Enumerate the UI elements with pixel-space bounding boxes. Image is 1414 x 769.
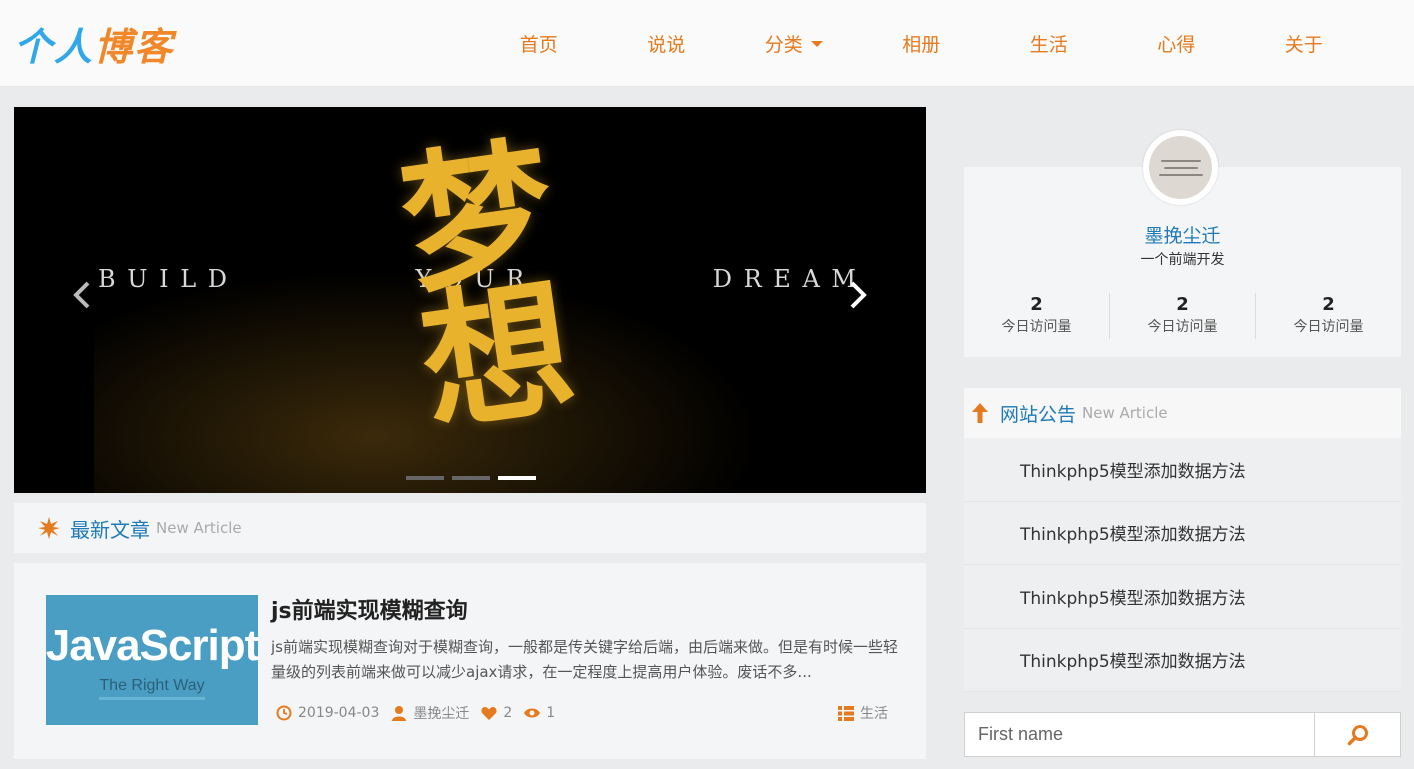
article-excerpt: js前端实现模糊查询对于模糊查询，一般都是传关键字给后端，由后端来做。但是有时候…: [271, 638, 898, 681]
meta-likes-count: 2: [503, 705, 513, 721]
nav-label: 分类: [764, 34, 803, 56]
meta-author[interactable]: 墨挽尘迁: [391, 703, 469, 723]
stat-item: 2 今日访问量: [964, 293, 1110, 339]
nav-item-home[interactable]: 首页: [475, 0, 603, 87]
banner-word: B U I L D: [98, 265, 230, 293]
nav-label: 关于: [1284, 34, 1323, 56]
nav-item-insights[interactable]: 心得: [1113, 0, 1241, 87]
carousel-dot-active[interactable]: [498, 476, 536, 480]
banner-calligraphy: 梦想: [391, 120, 584, 454]
latest-articles-header: 最新文章 New Article: [14, 503, 926, 553]
nav-item-moments[interactable]: 说说: [603, 0, 731, 87]
chevron-right-icon: [850, 281, 867, 309]
article-meta: 2019-04-03 墨挽尘迁 2 1: [276, 703, 567, 723]
site-header: 个 人 博 客 首页 说说 分类 相册 生活 心得 关于: [0, 0, 1414, 87]
stat-number: 2: [1176, 294, 1189, 315]
heart-icon: [481, 706, 497, 720]
meta-date-text: 2019-04-03: [298, 705, 380, 721]
chevron-left-icon: [73, 281, 90, 309]
nav-label: 心得: [1157, 34, 1196, 56]
notice-card: 网站公告 New Article Thinkphp5模型添加数据方法 Think…: [964, 388, 1401, 692]
stat-number: 2: [1322, 294, 1335, 315]
notice-title: 网站公告: [1000, 403, 1077, 426]
meta-views: 1: [524, 705, 555, 721]
thumb-title: JavaScript: [45, 620, 260, 670]
site-logo[interactable]: 个 人 博 客: [14, 18, 175, 69]
meta-likes[interactable]: 2: [481, 705, 512, 721]
avatar-scribble: [1163, 166, 1198, 169]
profile-description: 一个前端开发: [1140, 252, 1225, 268]
avatar-scribble: [1158, 173, 1203, 176]
meta-author-text: 墨挽尘迁: [413, 706, 470, 722]
search-form: [964, 712, 1401, 757]
banner-word: D R E A M: [712, 265, 858, 293]
meta-views-count: 1: [546, 705, 556, 721]
notice-header: 网站公告 New Article: [964, 388, 1401, 438]
profile-name[interactable]: 墨挽尘迁: [964, 221, 1401, 248]
stat-number: 2: [1030, 294, 1043, 315]
arrow-up-icon: [972, 403, 988, 423]
thumb-subtitle: The Right Way: [99, 677, 205, 700]
nav-item-about[interactable]: 关于: [1240, 0, 1368, 87]
logo-char: 个: [14, 23, 55, 69]
starburst-icon: [38, 517, 60, 539]
search-input[interactable]: [964, 712, 1314, 757]
notice-item[interactable]: Thinkphp5模型添加数据方法: [964, 502, 1401, 565]
section-title: 最新文章: [70, 517, 150, 542]
section-subtitle: New Article: [156, 519, 242, 537]
nav-label: 首页: [519, 34, 558, 56]
carousel-dot[interactable]: [406, 476, 444, 480]
main-nav: 首页 说说 分类 相册 生活 心得 关于: [475, 0, 1368, 87]
stat-label: 今日访问量: [1001, 319, 1072, 335]
eye-icon: [524, 708, 541, 718]
notice-item[interactable]: Thinkphp5模型添加数据方法: [964, 438, 1401, 502]
notice-list: Thinkphp5模型添加数据方法 Thinkphp5模型添加数据方法 Thin…: [964, 438, 1401, 692]
nav-label: 说说: [647, 34, 686, 56]
nav-item-categories[interactable]: 分类: [730, 0, 858, 87]
meta-category[interactable]: 生活: [838, 703, 888, 723]
list-icon: [838, 705, 854, 721]
clock-icon: [276, 705, 292, 721]
nav-item-album[interactable]: 相册: [858, 0, 986, 87]
nav-label: 生活: [1029, 34, 1068, 56]
stat-label: 今日访问量: [1147, 319, 1218, 335]
logo-char: 客: [134, 23, 175, 69]
stat-item: 2 今日访问量: [1110, 293, 1256, 339]
avatar-scribble: [1160, 159, 1201, 162]
carousel-next-button[interactable]: [840, 277, 876, 313]
user-icon: [392, 706, 407, 721]
avatar[interactable]: [1143, 130, 1218, 205]
notice-item[interactable]: Thinkphp5模型添加数据方法: [964, 565, 1401, 629]
profile-stats: 2 今日访问量 2 今日访问量 2 今日访问量: [964, 293, 1401, 339]
stat-item: 2 今日访问量: [1256, 293, 1401, 339]
carousel-dot[interactable]: [452, 476, 490, 480]
article-thumbnail[interactable]: JavaScript The Right Way: [45, 595, 260, 725]
notice-item[interactable]: Thinkphp5模型添加数据方法: [964, 629, 1401, 692]
carousel-prev-button[interactable]: [64, 277, 100, 313]
banner-carousel: B U I L D Y O U R D R E A M 梦想: [14, 107, 926, 493]
meta-category-text: 生活: [860, 706, 888, 722]
caret-down-icon: [810, 40, 823, 47]
logo-char: 人: [54, 23, 95, 69]
carousel-indicators: [406, 476, 536, 480]
nav-label: 相册: [902, 34, 941, 56]
article-card: JavaScript The Right Way js前端实现模糊查询 js前端…: [14, 563, 926, 759]
meta-date: 2019-04-03: [276, 705, 379, 721]
article-title[interactable]: js前端实现模糊查询: [271, 593, 468, 625]
search-icon: [1347, 724, 1368, 745]
nav-item-life[interactable]: 生活: [985, 0, 1113, 87]
avatar-image: [1149, 136, 1212, 199]
notice-subtitle: New Article: [1082, 404, 1168, 422]
logo-char: 博: [94, 23, 135, 69]
search-button[interactable]: [1314, 712, 1401, 757]
stat-label: 今日访问量: [1293, 319, 1364, 335]
